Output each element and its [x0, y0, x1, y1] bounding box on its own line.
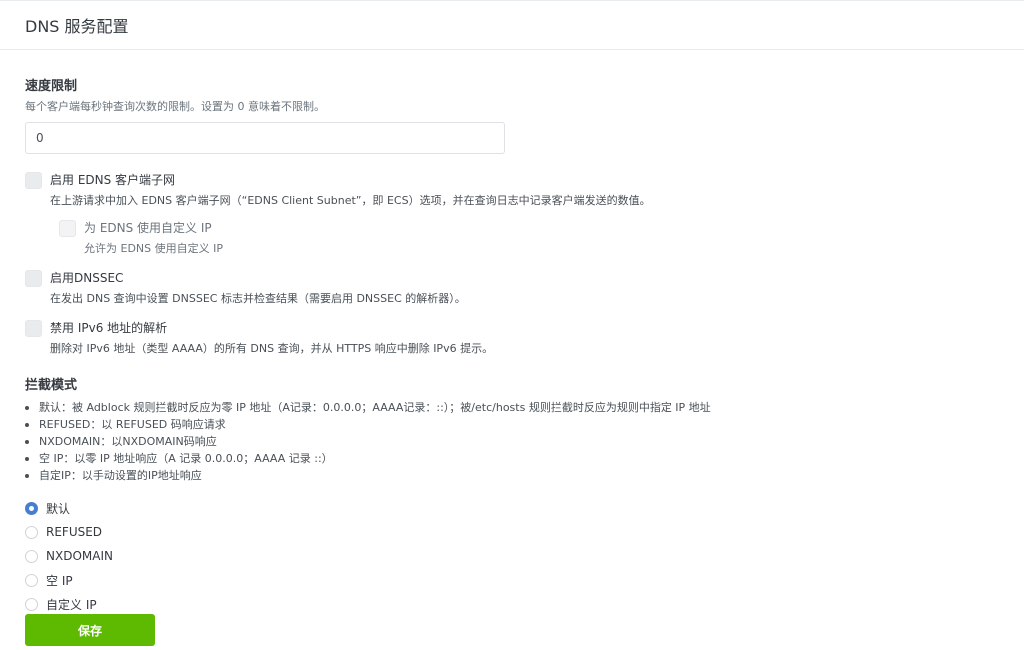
page-title: DNS 服务配置	[25, 17, 129, 36]
radio-icon[interactable]	[25, 597, 38, 611]
blocking-mode-label: 拦截模式	[25, 378, 78, 393]
edns-text: 启用 EDNS 客户端子网 在上游请求中加入 EDNS 客户端子网（“EDNS …	[50, 172, 651, 208]
rate-limit-label: 速度限制	[25, 79, 78, 94]
dnssec-row: 启用DNSSEC 在发出 DNS 查询中设置 DNSSEC 标志并检查结果（需要…	[25, 270, 1005, 306]
radio-option-null-ip[interactable]: 空 IP	[25, 568, 1005, 592]
ipv6-section: 禁用 IPv6 地址的解析 删除对 IPv6 地址（类型 AAAA）的所有 DN…	[25, 320, 1005, 356]
rate-limit-section: 速度限制 每个客户端每秒钟查询次数的限制。设置为 0 意味着不限制。 0	[25, 75, 1005, 154]
radio-option-refused[interactable]: REFUSED	[25, 520, 1005, 544]
bullet-icon	[25, 457, 29, 461]
form-body: 速度限制 每个客户端每秒钟查询次数的限制。设置为 0 意味着不限制。 0 启用 …	[25, 75, 1005, 616]
edns-custom-ip-checkbox[interactable]	[59, 220, 76, 237]
ipv6-title: 禁用 IPv6 地址的解析	[50, 321, 168, 335]
card-header: DNS 服务配置	[0, 1, 1024, 50]
radio-icon[interactable]	[25, 573, 38, 587]
edns-section: 启用 EDNS 客户端子网 在上游请求中加入 EDNS 客户端子网（“EDNS …	[25, 172, 1005, 256]
mode-desc-item: 空 IP：以零 IP 地址响应（A 记录 0.0.0.0；AAAA 记录 ::）	[25, 450, 1005, 467]
radio-label: REFUSED	[46, 525, 103, 539]
mode-desc-text: 空 IP：以零 IP 地址响应（A 记录 0.0.0.0；AAAA 记录 ::）	[39, 452, 333, 465]
radio-icon[interactable]	[25, 525, 38, 539]
blocking-mode-section: 拦截模式 默认：被 Adblock 规则拦截时反应为零 IP 地址（A记录：0.…	[25, 374, 1005, 616]
radio-label: 默认	[46, 501, 71, 516]
mode-desc-text: NXDOMAIN：以NXDOMAIN码响应	[39, 435, 217, 448]
edns-custom-ip-text: 为 EDNS 使用自定义 IP 允许为 EDNS 使用自定义 IP	[84, 220, 223, 256]
ipv6-checkbox[interactable]	[25, 320, 42, 337]
mode-desc-item: 默认：被 Adblock 规则拦截时反应为零 IP 地址（A记录：0.0.0.0…	[25, 399, 1005, 416]
edns-checkbox[interactable]	[25, 172, 42, 189]
radio-option-default[interactable]: 默认	[25, 496, 1005, 520]
radio-option-custom-ip[interactable]: 自定义 IP	[25, 592, 1005, 616]
ipv6-desc: 删除对 IPv6 地址（类型 AAAA）的所有 DNS 查询，并从 HTTPS …	[50, 342, 494, 355]
bullet-icon	[25, 474, 29, 478]
mode-desc-text: 自定IP：以手动设置的IP地址响应	[39, 469, 202, 482]
save-button[interactable]: 保存	[25, 614, 155, 646]
bullet-icon	[25, 440, 29, 444]
rate-limit-input[interactable]: 0	[25, 122, 505, 154]
radio-option-nxdomain[interactable]: NXDOMAIN	[25, 544, 1005, 568]
mode-desc-item: 自定IP：以手动设置的IP地址响应	[25, 467, 1005, 484]
dnssec-section: 启用DNSSEC 在发出 DNS 查询中设置 DNSSEC 标志并检查结果（需要…	[25, 270, 1005, 306]
radio-selected-icon[interactable]	[25, 501, 38, 515]
blocking-mode-radios: 默认 REFUSED NXDOMAIN 空 IP 自定义 IP	[25, 496, 1005, 616]
edns-custom-ip-row: 为 EDNS 使用自定义 IP 允许为 EDNS 使用自定义 IP	[59, 220, 1005, 256]
radio-label: 自定义 IP	[46, 597, 97, 612]
bullet-icon	[25, 423, 29, 427]
radio-label: NXDOMAIN	[46, 549, 113, 563]
edns-desc: 在上游请求中加入 EDNS 客户端子网（“EDNS Client Subnet”…	[50, 194, 651, 207]
mode-desc-item: NXDOMAIN：以NXDOMAIN码响应	[25, 433, 1005, 450]
blocking-mode-descriptions: 默认：被 Adblock 规则拦截时反应为零 IP 地址（A记录：0.0.0.0…	[25, 399, 1005, 484]
radio-icon[interactable]	[25, 549, 38, 563]
mode-desc-item: REFUSED：以 REFUSED 码响应请求	[25, 416, 1005, 433]
edns-row: 启用 EDNS 客户端子网 在上游请求中加入 EDNS 客户端子网（“EDNS …	[25, 172, 1005, 208]
edns-custom-ip-title: 为 EDNS 使用自定义 IP	[84, 221, 212, 235]
edns-custom-ip-desc: 允许为 EDNS 使用自定义 IP	[84, 242, 223, 255]
mode-desc-text: REFUSED：以 REFUSED 码响应请求	[39, 418, 226, 431]
ipv6-text: 禁用 IPv6 地址的解析 删除对 IPv6 地址（类型 AAAA）的所有 DN…	[50, 320, 493, 356]
dnssec-text: 启用DNSSEC 在发出 DNS 查询中设置 DNSSEC 标志并检查结果（需要…	[50, 270, 466, 306]
dnssec-checkbox[interactable]	[25, 270, 42, 287]
ipv6-row: 禁用 IPv6 地址的解析 删除对 IPv6 地址（类型 AAAA）的所有 DN…	[25, 320, 1005, 356]
rate-limit-hint: 每个客户端每秒钟查询次数的限制。设置为 0 意味着不限制。	[25, 100, 325, 113]
mode-desc-text: 默认：被 Adblock 规则拦截时反应为零 IP 地址（A记录：0.0.0.0…	[39, 401, 711, 414]
radio-label: 空 IP	[46, 573, 73, 588]
dns-settings-card: DNS 服务配置 速度限制 每个客户端每秒钟查询次数的限制。设置为 0 意味着不…	[0, 0, 1024, 650]
bullet-icon	[25, 406, 29, 410]
dnssec-desc: 在发出 DNS 查询中设置 DNSSEC 标志并检查结果（需要启用 DNSSEC…	[50, 292, 466, 305]
dnssec-title: 启用DNSSEC	[50, 271, 124, 285]
edns-title: 启用 EDNS 客户端子网	[50, 173, 176, 187]
